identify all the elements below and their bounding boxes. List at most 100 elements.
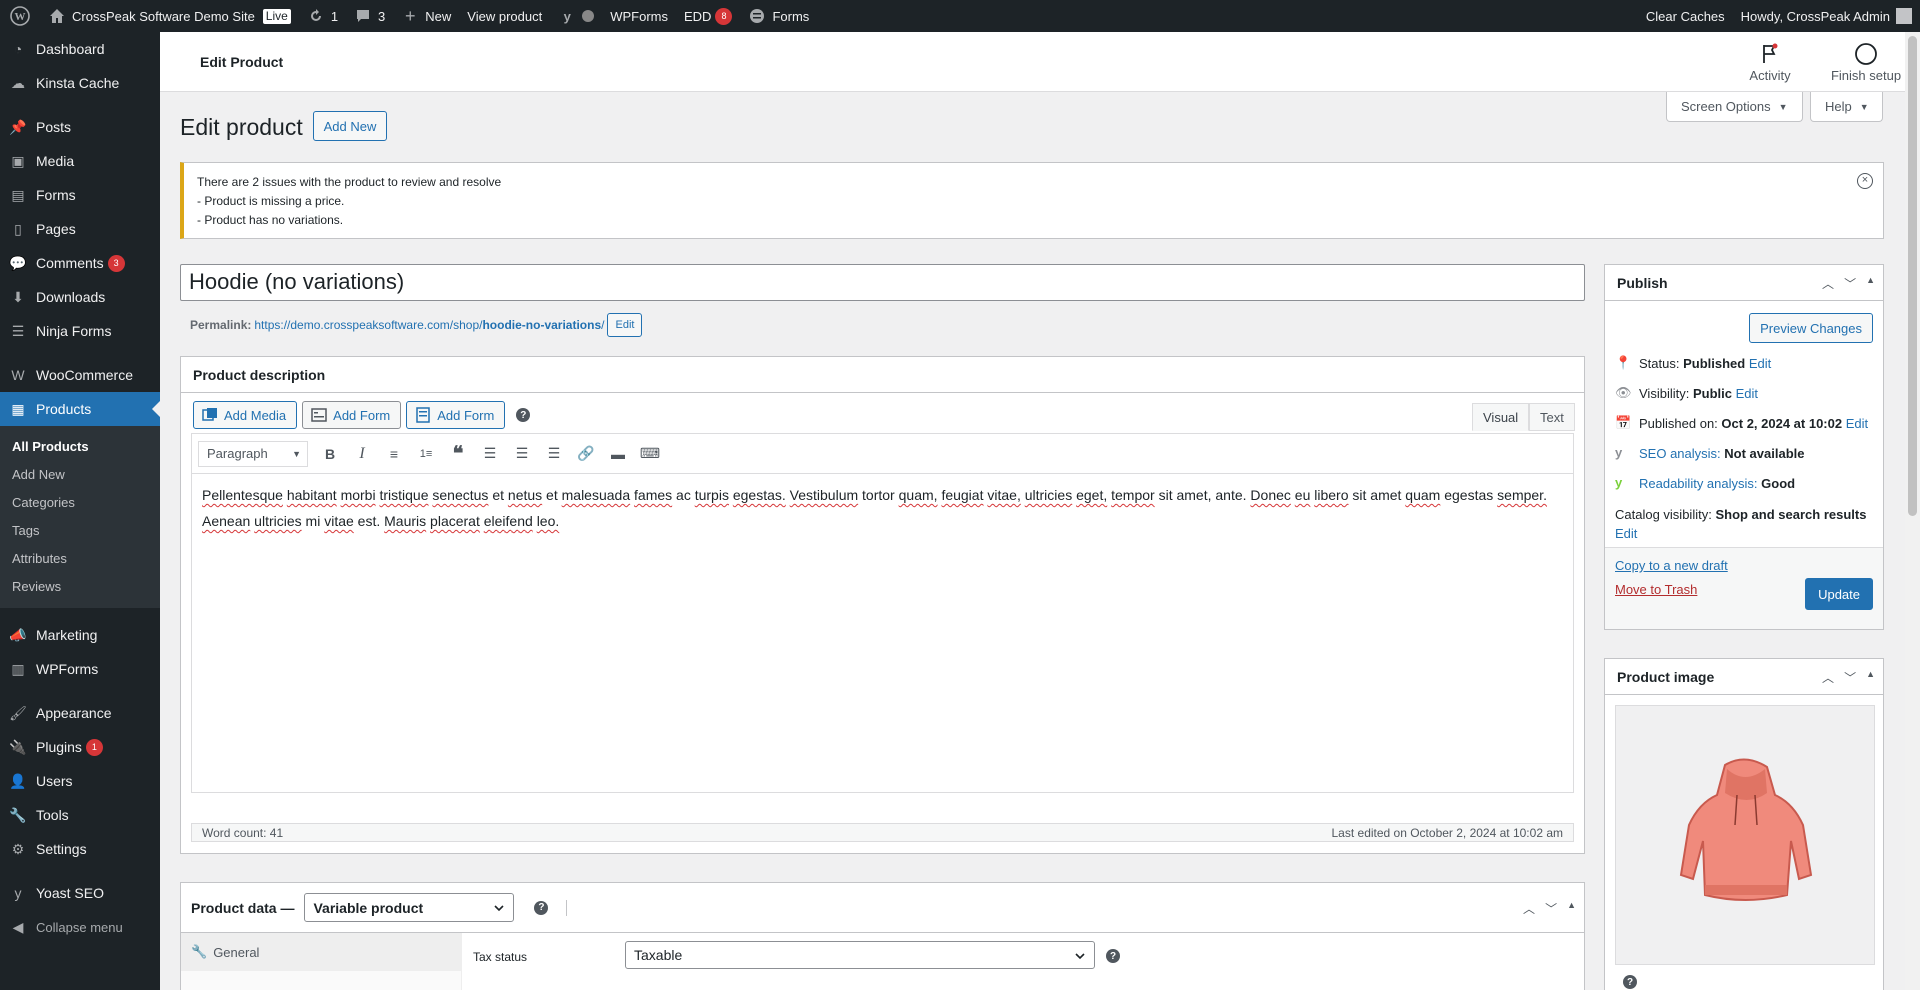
toggle-panel-icon[interactable]: ▲	[1866, 275, 1875, 292]
seo-analysis-link[interactable]: SEO analysis:	[1639, 446, 1721, 461]
product-title-input[interactable]: Hoodie (no variations)	[180, 264, 1585, 301]
tax-status-select[interactable]: Taxable	[625, 941, 1095, 969]
submenu-item-reviews[interactable]: Reviews	[0, 573, 160, 601]
move-up-icon[interactable]: ︿	[1523, 900, 1535, 917]
help-button[interactable]: Help ▼	[1810, 92, 1883, 122]
permalink-link[interactable]: https://demo.crosspeaksoftware.com/shop/…	[254, 318, 604, 332]
submenu-item-add-new[interactable]: Add New	[0, 461, 160, 489]
scrollbar-thumb[interactable]	[1908, 36, 1917, 516]
catalog-edit-link[interactable]: Edit	[1615, 526, 1637, 541]
sidebar-item-kinsta-cache[interactable]: ☁ Kinsta Cache	[0, 66, 160, 100]
readability-link[interactable]: Readability analysis:	[1639, 476, 1758, 491]
editor-content[interactable]: Pellentesque habitant morbi tristique se…	[192, 474, 1573, 792]
sidebar-item-appearance[interactable]: 🖌 Appearance	[0, 696, 160, 730]
edd-menu[interactable]: EDD 8	[676, 0, 740, 32]
sidebar-item-ninja-forms[interactable]: ☰ Ninja Forms	[0, 314, 160, 348]
read-more-icon[interactable]: ▬	[602, 441, 634, 467]
add-form-button[interactable]: Add Form	[302, 401, 402, 429]
yoast-menu[interactable]: y	[550, 0, 602, 32]
submenu-item-all-products[interactable]: All Products	[0, 433, 160, 461]
wpforms-menu[interactable]: WPForms	[602, 0, 676, 32]
sidebar-item-pages[interactable]: ▯ Pages	[0, 212, 160, 246]
submenu-item-tags[interactable]: Tags	[0, 517, 160, 545]
link-icon[interactable]: 🔗	[570, 441, 602, 467]
submenu-item-categories[interactable]: Categories	[0, 489, 160, 517]
sidebar-item-settings[interactable]: ⚙ Settings	[0, 832, 160, 866]
move-down-icon[interactable]: ﹀	[1844, 275, 1856, 292]
sidebar-item-posts[interactable]: 📌 Posts	[0, 110, 160, 144]
published-on-row: 📅 Published on: Oct 2, 2024 at 10:02 Edi…	[1615, 415, 1873, 431]
published-edit-link[interactable]: Edit	[1846, 416, 1868, 431]
preview-changes-button[interactable]: Preview Changes	[1749, 313, 1873, 343]
add-wpform-button[interactable]: Add Form	[406, 401, 506, 429]
sidebar-item-media[interactable]: ▣ Media	[0, 144, 160, 178]
sidebar-item-users[interactable]: 👤 Users	[0, 764, 160, 798]
product-image[interactable]	[1615, 705, 1875, 965]
sidebar-item-comments[interactable]: 💬 Comments 3	[0, 246, 160, 280]
visibility-edit-link[interactable]: Edit	[1736, 386, 1758, 401]
forms-menu[interactable]: Forms	[740, 0, 817, 32]
numbered-list-icon[interactable]: 1≡	[410, 441, 442, 467]
page-scrollbar[interactable]	[1905, 32, 1920, 990]
bullet-list-icon[interactable]: ≡	[378, 441, 410, 467]
move-up-icon[interactable]: ︿	[1822, 669, 1834, 686]
sidebar-item-products[interactable]: ▦ Products	[0, 392, 160, 426]
tab-text[interactable]: Text	[1529, 403, 1575, 431]
my-account-link[interactable]: Howdy, CrossPeak Admin	[1733, 0, 1920, 32]
updates-link[interactable]: 1	[299, 0, 346, 32]
sidebar-item-wpforms[interactable]: ▥ WPForms	[0, 652, 160, 686]
help-icon[interactable]: ?	[1623, 975, 1637, 989]
product-type-select[interactable]: Variable product	[304, 893, 515, 922]
help-icon[interactable]: ?	[1106, 949, 1120, 963]
sidebar-item-plugins[interactable]: 🔌 Plugins 1	[0, 730, 160, 764]
toggle-panel-icon[interactable]: ▲	[1866, 669, 1875, 686]
bold-icon[interactable]: B	[314, 441, 346, 467]
tab-general[interactable]: 🔧 General	[181, 933, 461, 971]
site-name-link[interactable]: CrossPeak Software Demo Site Live	[40, 0, 299, 32]
update-button[interactable]: Update	[1805, 578, 1873, 610]
wordpress-logo-icon[interactable]: W	[0, 0, 40, 32]
view-product-link[interactable]: View product	[459, 0, 550, 32]
add-media-button[interactable]: Add Media	[193, 401, 298, 429]
add-new-button[interactable]: Add New	[313, 111, 387, 141]
format-select[interactable]: Paragraph ▼	[198, 440, 308, 467]
align-right-icon[interactable]: ☰	[538, 441, 570, 467]
sidebar-item-dashboard[interactable]: ◔ Dashboard	[0, 32, 160, 66]
submenu-item-attributes[interactable]: Attributes	[0, 545, 160, 573]
help-icon[interactable]: ?	[534, 900, 549, 915]
italic-icon[interactable]: I	[346, 441, 378, 467]
blockquote-icon[interactable]: ❝	[442, 441, 474, 467]
finish-setup-button[interactable]: Finish setup	[1822, 42, 1910, 83]
align-left-icon[interactable]: ☰	[474, 441, 506, 467]
permalink-edit-button[interactable]: Edit	[607, 313, 643, 337]
move-down-icon[interactable]: ﹀	[1545, 900, 1557, 917]
dismiss-icon[interactable]: ×	[1857, 173, 1873, 189]
move-down-icon[interactable]: ﹀	[1844, 669, 1856, 686]
editor-word: ultricies	[1024, 487, 1073, 503]
new-content-link[interactable]: + New	[393, 0, 459, 32]
sidebar-item-woocommerce[interactable]: W WooCommerce	[0, 358, 160, 392]
tab-visual[interactable]: Visual	[1472, 403, 1530, 431]
copy-to-draft-link[interactable]: Copy to a new draft	[1615, 558, 1728, 573]
sidebar-item-forms[interactable]: ▤ Forms	[0, 178, 160, 212]
help-icon[interactable]: ?	[516, 408, 531, 422]
sidebar-item-yoast-seo[interactable]: y Yoast SEO	[0, 876, 160, 910]
toggle-panel-icon[interactable]: ▲	[1567, 900, 1576, 917]
editor-word: eget,	[1076, 487, 1108, 503]
activity-button[interactable]: Activity	[1735, 42, 1805, 83]
sidebar-item-collapse-menu[interactable]: ◀ Collapse menu	[0, 910, 160, 944]
published-label: Published on:	[1639, 415, 1718, 431]
sidebar-item-marketing[interactable]: 📣 Marketing	[0, 618, 160, 652]
toolbar-toggle-icon[interactable]: ⌨	[634, 441, 666, 467]
sidebar-item-downloads[interactable]: ⬇ Downloads	[0, 280, 160, 314]
move-up-icon[interactable]: ︿	[1822, 275, 1834, 292]
align-center-icon[interactable]: ☰	[506, 441, 538, 467]
flag-icon	[1763, 43, 1778, 63]
products-icon: ▦	[11, 400, 25, 417]
comments-link[interactable]: 3	[346, 0, 393, 32]
screen-options-button[interactable]: Screen Options ▼	[1666, 92, 1803, 122]
sidebar-item-tools[interactable]: 🔧 Tools	[0, 798, 160, 832]
clear-caches-link[interactable]: Clear Caches	[1638, 0, 1733, 32]
status-edit-link[interactable]: Edit	[1749, 356, 1771, 371]
move-to-trash-link[interactable]: Move to Trash	[1615, 582, 1697, 597]
